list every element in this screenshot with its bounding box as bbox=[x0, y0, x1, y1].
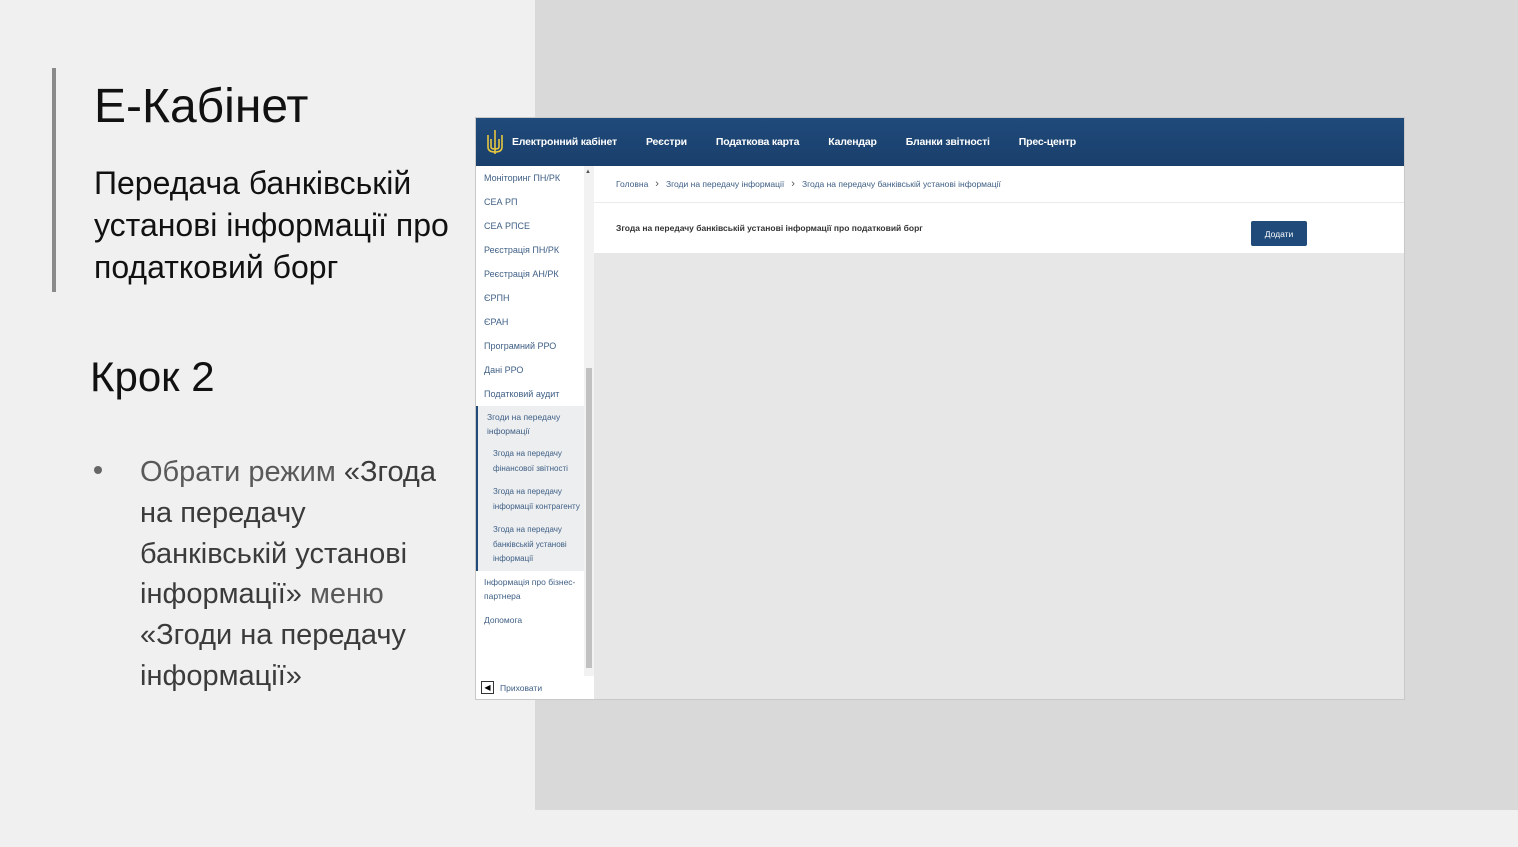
sidebar: Моніторинг ПН/РК СЕА РП СЕА РПСЕ Реєстра… bbox=[476, 166, 594, 699]
cabinet-screenshot: Електронний кабінет Реєстри Податкова ка… bbox=[475, 117, 1405, 700]
sidebar-item[interactable]: Дані РРО bbox=[476, 358, 584, 382]
slide-title: Е-Кабінет bbox=[94, 80, 309, 133]
nav-item-cabinet[interactable]: Електронний кабінет bbox=[512, 136, 617, 148]
bullet-part-3: меню bbox=[301, 578, 384, 611]
sidebar-scroll-thumb[interactable] bbox=[586, 368, 592, 668]
sidebar-item[interactable]: СЕА РПСЕ bbox=[476, 214, 584, 238]
content-panel: Згода на передачу банківській установі і… bbox=[594, 202, 1404, 253]
sidebar-item[interactable]: Податковий аудит bbox=[476, 382, 584, 406]
bullet-text: Обрати режим «Згода на передачу банківсь… bbox=[140, 452, 440, 697]
panel-title: Згода на передачу банківській установі і… bbox=[616, 223, 923, 233]
sidebar-group-consents: Згоди на передачу інформації Згода на пе… bbox=[476, 406, 584, 571]
sidebar-sub-item[interactable]: Згода на передачу інформації контрагенту bbox=[478, 476, 584, 514]
trident-icon[interactable] bbox=[484, 127, 506, 157]
nav-item-tax-map[interactable]: Податкова карта bbox=[716, 136, 800, 148]
nav-item-registers[interactable]: Реєстри bbox=[646, 136, 687, 148]
sidebar-list: Моніторинг ПН/РК СЕА РП СЕА РПСЕ Реєстра… bbox=[476, 166, 584, 627]
chevron-right-icon: › bbox=[655, 178, 659, 190]
slide-subtitle: Передача банківській установі інформації… bbox=[94, 165, 449, 285]
sidebar-item[interactable]: Програмний РРО bbox=[476, 334, 584, 358]
accent-bar bbox=[52, 68, 56, 292]
bullet-dot bbox=[94, 466, 102, 474]
add-button[interactable]: Додати bbox=[1251, 221, 1307, 246]
sidebar-item[interactable]: ЄРПН bbox=[476, 286, 584, 310]
sidebar-item[interactable]: Допомога bbox=[476, 603, 584, 627]
hide-sidebar-button[interactable]: ◀ Приховати bbox=[476, 676, 594, 699]
sidebar-item[interactable]: ЄРАН bbox=[476, 310, 584, 334]
slide-bottom-strip bbox=[535, 810, 1518, 847]
sidebar-item[interactable]: Реєстрація ПН/РК bbox=[476, 238, 584, 262]
scroll-up-icon[interactable]: ▲ bbox=[585, 169, 591, 175]
nav-item-press-center[interactable]: Прес-центр bbox=[1019, 136, 1076, 148]
breadcrumb-item[interactable]: Згоди на передачу інформації bbox=[666, 179, 784, 189]
chevron-right-icon: › bbox=[791, 178, 795, 190]
nav-item-calendar[interactable]: Календар bbox=[828, 136, 877, 148]
sidebar-item[interactable]: Моніторинг ПН/РК bbox=[476, 166, 584, 190]
sidebar-sub-item[interactable]: Згода на передачу фінансової звітності bbox=[478, 438, 584, 476]
top-navigation: Електронний кабінет Реєстри Податкова ка… bbox=[476, 118, 1404, 166]
step-title: Крок 2 bbox=[90, 353, 215, 400]
hide-sidebar-label: Приховати bbox=[500, 682, 543, 693]
breadcrumb-item[interactable]: Головна bbox=[616, 179, 648, 189]
bullet-part-1: Обрати режим bbox=[140, 456, 344, 488]
sidebar-item[interactable]: Реєстрація АН/РК bbox=[476, 262, 584, 286]
sidebar-item[interactable]: СЕА РП bbox=[476, 190, 584, 214]
sidebar-sub-item-bank-consent[interactable]: Згода на передачу банківській установі і… bbox=[478, 514, 584, 567]
bullet-part-4: «Згоди на передачу інформації» bbox=[140, 619, 406, 692]
breadcrumb: Головна › Згоди на передачу інформації ›… bbox=[594, 166, 1404, 202]
sidebar-item[interactable]: Інформація про бізнес-партнера bbox=[476, 571, 584, 603]
sidebar-group-title[interactable]: Згоди на передачу інформації bbox=[478, 410, 584, 438]
collapse-left-icon: ◀ bbox=[481, 681, 494, 694]
nav-item-report-forms[interactable]: Бланки звітності bbox=[906, 136, 990, 148]
breadcrumb-item-current: Згода на передачу банківській установі і… bbox=[801, 179, 1001, 189]
